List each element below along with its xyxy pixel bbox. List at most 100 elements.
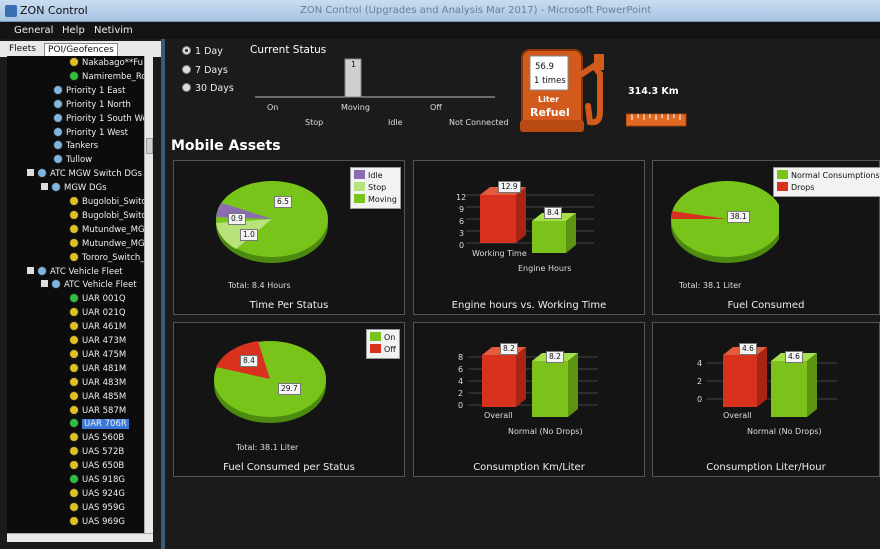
tree-item[interactable]: Namirembe_Ro [69,70,144,84]
tree-item[interactable]: ATC MGW Switch DGs [27,168,142,181]
collapse-toggle-icon[interactable] [27,169,34,177]
tree-item[interactable]: UAR 001Q [69,293,126,306]
fuel-status-pie-chart [214,341,326,423]
legend-label: Idle [368,171,383,180]
tree-item-label: ATC Vehicle Fleet [64,280,137,291]
tree-item[interactable]: Priority 1 East [53,84,125,98]
tree-item[interactable]: Priority 1 North [53,98,131,112]
tree-item[interactable]: MGW DGs [41,182,107,195]
fleet-tree: Nakabago**Fu Namirembe_Ro Priority 1 East P… [7,56,144,533]
radio-icon [182,83,191,92]
tree-item[interactable]: UAS 959G [69,501,125,515]
vehicle-status-icon [69,57,79,67]
radio-1-day[interactable]: 1 Day [182,46,223,57]
tree-item[interactable]: UAS 650B [69,460,124,473]
tree-item[interactable]: Nakabago**Fu [69,57,143,70]
radio-7-days[interactable]: 7 Days [182,65,228,76]
pane-splitter[interactable] [161,39,165,549]
tree-item[interactable]: UAR 021Q [69,307,126,320]
label-stop: 1.0 [240,229,258,241]
label-on: 29.7 [278,383,301,395]
tree-item-label: Tullow [66,155,93,166]
tree-item-label: ATC Vehicle Fleet [50,266,123,277]
tree-item-label: UAR 706R [82,419,129,430]
tree-item[interactable]: UAS 969G [69,515,125,529]
tick: 6 [459,217,465,226]
tree-item-label: UAR 461M [82,322,127,333]
fuel-status-title: Fuel Consumed per Status [223,462,355,473]
tree-item[interactable]: Tankers [53,140,98,153]
collapse-toggle-icon[interactable] [41,280,48,288]
vehicle-status-icon [69,376,79,387]
menu-help[interactable]: Help [62,25,85,36]
vehicle-status-icon [69,487,79,498]
legend-label: Drops [791,183,815,192]
tree-item[interactable]: Bugolobi_Switc [69,196,144,209]
tree-item-label: Tankers [66,141,99,152]
vehicle-status-icon [69,460,79,471]
tick: 2 [458,389,464,398]
tree-item[interactable]: UAR 483M [69,376,126,390]
tree-item[interactable]: Bugolobi_Switc [69,209,144,223]
tree-item[interactable]: UAS 924G [69,487,125,501]
km-title: Consumption Km/Liter [473,462,585,473]
tick: 0 [459,241,465,250]
vehicle-status-icon [51,279,61,290]
tree-item[interactable]: Mutundwe_MG [69,223,144,237]
tick: 12 [456,193,467,202]
tree-item[interactable]: UAR 475M [69,348,126,362]
vehicle-status-icon [69,293,79,304]
tree-horizontal-scrollbar[interactable] [7,533,153,542]
title-bar: ZON Control ZON Control (Upgrades and An… [0,0,880,22]
tree-item[interactable]: UAR 706R [69,418,129,431]
tree-item-label: UAR 021Q [82,308,126,319]
tree-item[interactable]: UAS 572B [69,446,124,459]
tree-item[interactable]: UAS 918G [69,474,125,487]
vehicle-status-icon [69,321,79,332]
menu-general[interactable]: General [14,25,53,36]
tick: 6 [458,365,464,374]
tab-poi-geofences[interactable]: POI/Geofences [44,43,118,57]
vehicle-status-icon [69,237,79,248]
tab-fleets[interactable]: Fleets [6,43,39,55]
category-label: Working Time [472,249,527,258]
tree-item-label: UAS 572B [82,447,125,458]
menu-netivim[interactable]: Netivim [94,25,133,36]
label-off: 8.4 [240,355,258,367]
tree-item-label: UAR 485M [82,391,127,402]
radio-30-days[interactable]: 30 Days [182,83,234,94]
tree-item[interactable]: Tororo_Switch_ [69,251,144,265]
vehicle-status-icon [53,126,63,137]
time-legend: Idle Stop Moving [350,167,401,209]
tree-item-label: UAS 959G [82,502,125,513]
vehicle-status-icon [53,140,63,151]
bar-normal [532,361,568,417]
tree-item[interactable]: ATC Vehicle Fleet [27,265,123,279]
tree-item[interactable]: UAR 461M [69,321,126,334]
tree-item[interactable]: Priority 1 South We [53,112,144,126]
panel-km-per-liter: 8 6 4 2 0 8.2 8.2 Overall Normal (No Dro… [413,322,645,477]
scroll-thumb[interactable] [146,138,153,154]
tree-item[interactable]: Tullow [53,154,92,167]
tree-item[interactable]: UAS 560B [69,432,124,445]
label-normal-consumption: 38.1 [727,211,750,223]
label-engine-hours: 8.4 [544,207,562,219]
collapse-toggle-icon[interactable] [27,266,34,274]
tree-item[interactable]: Mutundwe_MG [69,237,144,251]
tree-item[interactable]: ATC Vehicle Fleet [41,279,137,292]
category-label: Normal (No Drops) [508,427,583,436]
vehicle-status-icon [37,265,47,276]
tree-item[interactable]: UAR 473M [69,335,126,348]
tick: 3 [459,229,465,238]
tree-item-label: UAS 969G [82,516,125,527]
tree-item[interactable]: UAR 485M [69,390,127,404]
vehicle-status-icon [69,418,79,429]
tree-item[interactable]: UAR 587M [69,404,126,418]
menu-bar: General Help Netivim [0,22,880,39]
collapse-toggle-icon[interactable] [41,183,48,191]
tree-item[interactable]: Priority 1 West [53,126,128,140]
tree-item-label: UAR 001Q [82,294,126,305]
tree-vertical-scrollbar[interactable] [144,56,153,533]
vehicle-status-icon [69,474,79,484]
tree-item[interactable]: UAR 481M [69,362,126,376]
